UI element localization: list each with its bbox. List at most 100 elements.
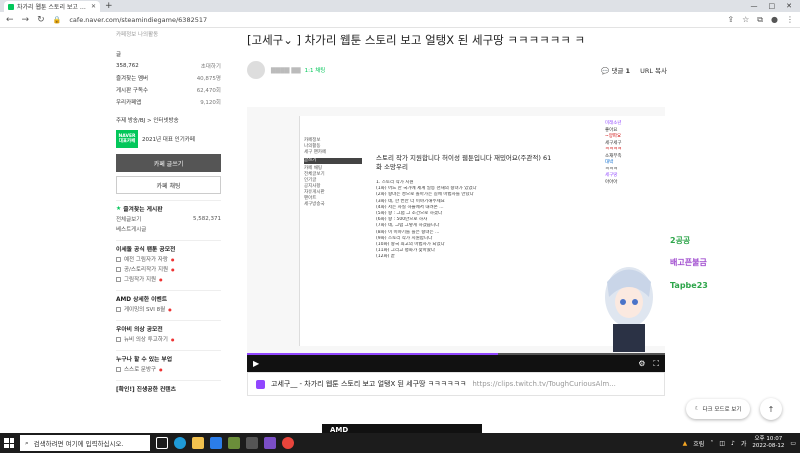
embedded-text: 세구 팬카페	[304, 150, 327, 155]
board-link[interactable]: 예전 그림자가 자랑 ●	[116, 254, 221, 264]
invite-link[interactable]: 초대하기	[201, 62, 221, 70]
minimize-button[interactable]: —	[751, 1, 758, 12]
url-field[interactable]: cafe.naver.com/steamindiegame/6382517	[69, 16, 207, 24]
stat-label: 게시판 구독수	[116, 88, 149, 94]
star-icon: ★	[116, 205, 124, 212]
member-label: 글	[116, 52, 122, 58]
chat-1to1-link[interactable]: 1:1 채팅	[305, 66, 326, 74]
board-link[interactable]: 스스로 문방구 ●	[116, 364, 221, 374]
ime-icon[interactable]: 가	[741, 439, 747, 448]
board-label: 뉴비 의상 투고하기	[124, 337, 168, 343]
profile-icon[interactable]: ●	[771, 15, 778, 25]
author-row: ▇▇▇▇ ▇▇ 1:1 채팅 💬 댓글 1 URL 복사	[247, 59, 667, 81]
app-icon[interactable]	[246, 437, 258, 449]
all-posts-count: 5,582,371	[193, 216, 221, 222]
clock[interactable]: 오후 10:07 2022-08-12	[752, 436, 784, 450]
address-bar: ← → ↻ 🔒 cafe.naver.com/steamindiegame/63…	[0, 12, 800, 28]
all-posts-link[interactable]: 전체글보기 5,582,371	[116, 214, 221, 224]
post-actions: 💬 댓글 1 URL 복사	[601, 65, 667, 75]
network-icon[interactable]: ◫	[719, 440, 725, 447]
url-copy-button[interactable]: URL 복사	[640, 65, 667, 75]
comment-link[interactable]: 💬 댓글 1	[601, 65, 630, 75]
author-name[interactable]: ▇▇▇▇ ▇▇	[271, 67, 301, 74]
taskbar: ⌕ 검색하려면 여기에 입력하십시오. ▲ 흐림 ˄ ◫ ♪ 가 오후 10:0…	[0, 433, 800, 453]
browser-tab[interactable]: 차가리 웹툰 스토리 보고 얼탱X ... ✕	[4, 1, 100, 12]
new-badge-icon: ●	[159, 366, 163, 372]
board-link[interactable]: 게이밍의 SVI 8월 ●	[116, 304, 221, 314]
video-player[interactable]: 카페정보 나의활동 세구 팬카페 글쓰기 카페 채팅 전체글보기 인기글 공지사…	[247, 107, 665, 372]
amd-ad-banner[interactable]: AMD	[322, 424, 482, 433]
member-line: 글	[116, 48, 221, 60]
fullscreen-icon[interactable]: ⛶	[653, 359, 659, 369]
stat-value: 62,470회	[196, 88, 221, 94]
cafe-chat-button[interactable]: 카페 채팅	[116, 176, 221, 194]
clip-url[interactable]: https://clips.twitch.tv/ToughCuriousAlm.…	[472, 380, 616, 388]
volume-icon[interactable]: ♪	[731, 440, 735, 447]
cafe-sidebar: 카페정보 나의활동 글 358,762 초대하기 즐겨찾는 멤버 40,875명…	[116, 28, 221, 394]
clip-title[interactable]: 고세구__ - 차가리 웹툰 스토리 보고 얼탱X 된 세구땅 ㅋㅋㅋㅋㅋㅋ	[271, 379, 466, 389]
play-icon[interactable]: ▶	[253, 359, 259, 368]
new-badge-icon: ●	[170, 336, 175, 342]
fav-board-heading[interactable]: ★ 즐겨찾는 게시판	[116, 200, 221, 214]
maximize-button[interactable]: □	[769, 1, 776, 12]
close-icon[interactable]: ✕	[91, 3, 96, 10]
extensions-icon[interactable]: ⧉	[757, 15, 763, 25]
chat-line: 아아아	[605, 179, 618, 185]
best-posts-link[interactable]: 베스트게시글	[116, 224, 221, 234]
vtuber-avatar-image	[605, 267, 653, 352]
tab-title: 차가리 웹툰 스토리 보고 얼탱X ...	[17, 4, 88, 11]
edge-icon[interactable]	[174, 437, 186, 449]
new-badge-icon: ●	[168, 306, 172, 312]
lock-icon[interactable]: 🔒	[53, 16, 62, 24]
post-main: [고세구⌄ ] 차가리 웹툰 스토리 보고 얼탱X 된 세구땅 ㅋㅋㅋㅋㅋㅋ ㅋ…	[247, 28, 667, 396]
minecraft-icon[interactable]	[228, 437, 240, 449]
task-view-icon[interactable]	[156, 437, 168, 449]
cafe-favicon	[8, 3, 14, 10]
share-icon[interactable]: ⇪	[727, 15, 734, 25]
notification-icon[interactable]: ▭	[790, 440, 796, 447]
avatar[interactable]	[247, 61, 265, 79]
stat-value: 40,875명	[196, 76, 221, 82]
theme-line: 주제 방송/BJ > 인터넷방송	[116, 118, 179, 124]
badge-logo: NAVER 대표카페	[116, 130, 138, 148]
settings-icon[interactable]: ⚙	[638, 359, 645, 368]
taskbar-search[interactable]: ⌕ 검색하려면 여기에 입력하십시오.	[20, 435, 150, 451]
close-window-button[interactable]: ✕	[786, 1, 792, 12]
badge-caption: 2021년 대표 인기카페	[142, 137, 195, 143]
visual-studio-icon[interactable]	[264, 437, 276, 449]
chrome-icon[interactable]	[282, 437, 294, 449]
tab-bar: 차가리 웹툰 스토리 보고 얼탱X ... ✕ + — □ ✕	[0, 0, 800, 12]
clip-link-bar[interactable]: 고세구__ - 차가리 웹툰 스토리 보고 얼탱X 된 세구땅 ㅋㅋㅋㅋㅋㅋ h…	[247, 372, 665, 396]
star-icon[interactable]: ☆	[742, 15, 749, 25]
board-link[interactable]: 그림작가 지원 ●	[116, 274, 221, 284]
board-label: 그림작가 지원	[124, 277, 157, 283]
board-link[interactable]: 공/스토리작가 지원 ●	[116, 264, 221, 274]
board-label: 예전 그림자가 자랑	[124, 257, 168, 263]
sidebar-top-links[interactable]: 카페정보 나의활동	[116, 28, 221, 40]
new-tab-icon[interactable]: +	[105, 1, 113, 12]
board-icon	[116, 306, 121, 312]
chevron-up-icon[interactable]: ˄	[710, 440, 713, 447]
reload-icon[interactable]: ↻	[37, 15, 45, 25]
embedded-body: 1. 스토리 작가 지원 (1화) 어느 한 국가에 세계 일등 천재의 왕녀가…	[376, 180, 596, 260]
write-post-button[interactable]: 카페 글쓰기	[116, 154, 221, 172]
menu-icon[interactable]: ⋮	[786, 15, 794, 25]
stat-row: 358,762 초대하기	[116, 60, 221, 72]
board-section: 이세돌 공식 팬툰 공모전	[116, 240, 221, 254]
board-section: 누구나 할 수 있는 부업	[116, 350, 221, 364]
back-icon[interactable]: ←	[6, 15, 14, 25]
weather-icon[interactable]: ▲	[683, 440, 688, 447]
explorer-icon[interactable]	[192, 437, 204, 449]
store-icon[interactable]	[210, 437, 222, 449]
stat-row: 게시판 구독수 62,470회	[116, 84, 221, 96]
board-icon	[116, 276, 121, 282]
window-controls: — □ ✕	[751, 1, 800, 12]
board-link[interactable]: 뉴비 의상 투고하기 ●	[116, 334, 221, 344]
forward-icon[interactable]: →	[22, 15, 30, 25]
dark-mode-button[interactable]: ☾ 다크 모드로 보기	[686, 399, 750, 419]
scroll-top-button[interactable]: ↑	[760, 398, 782, 420]
system-tray: ▲ 흐림 ˄ ◫ ♪ 가 오후 10:07 2022-08-12 ▭	[683, 436, 796, 450]
weather-text: 흐림	[693, 440, 705, 448]
twitch-icon	[256, 379, 265, 389]
windows-start-icon[interactable]	[4, 438, 14, 448]
